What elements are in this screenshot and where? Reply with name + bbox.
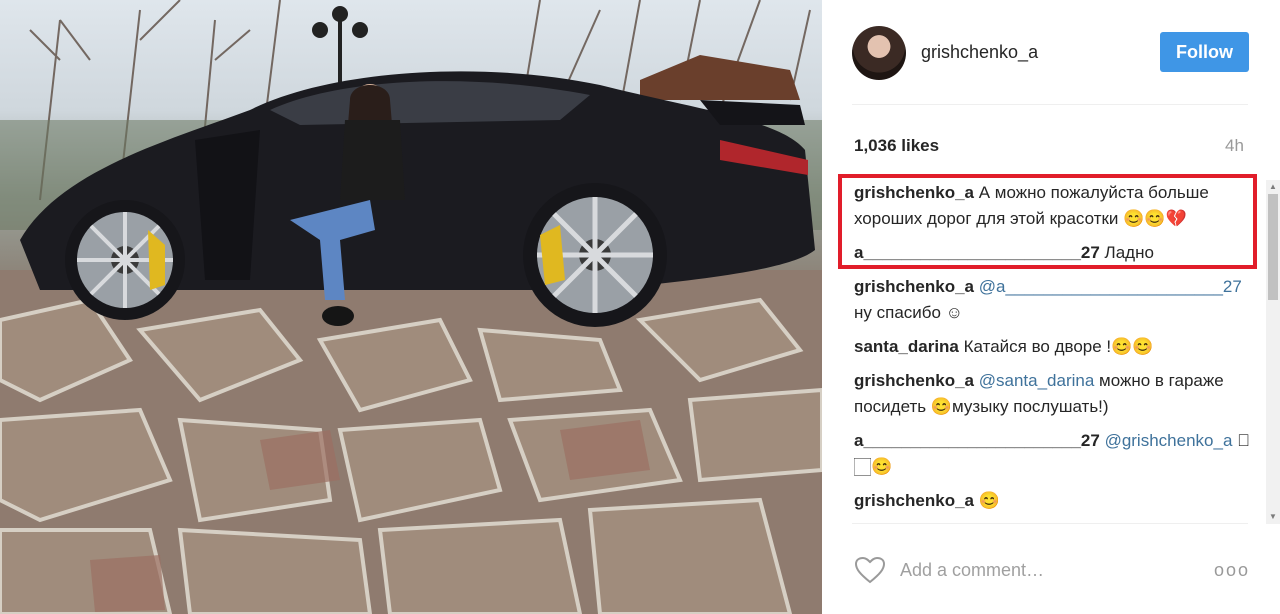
comment-item: grishchenko_a @a_______________________2… — [854, 274, 1259, 326]
more-options-icon[interactable]: ooo — [1214, 556, 1248, 584]
comment-author[interactable]: grishchenko_a — [854, 371, 974, 390]
comment-mention-link[interactable]: @santa_darina — [979, 371, 1095, 390]
comment-text: Ладно — [1099, 243, 1154, 262]
comment-item: grishchenko_a @santa_darina можно в гара… — [854, 368, 1259, 420]
scroll-down-icon[interactable]: ▼ — [1266, 510, 1280, 524]
username[interactable]: grishchenko_a — [921, 42, 1038, 63]
comment-author[interactable]: grishchenko_a — [854, 491, 974, 510]
car-photo-illustration — [0, 0, 822, 614]
comments-list: grishchenko_a А можно пожалуйста больше … — [854, 180, 1259, 524]
follow-button[interactable]: Follow — [1160, 32, 1249, 72]
scroll-thumb[interactable] — [1268, 194, 1278, 300]
comment-text: Катайся во дворе !😊😊 — [958, 337, 1154, 356]
comment-item: grishchenko_a А можно пожалуйста больше … — [854, 180, 1259, 232]
comment-author[interactable]: grishchenko_a — [854, 277, 974, 296]
comment-author[interactable]: a_______________________27 — [854, 243, 1100, 262]
comment-text: 😊 — [974, 491, 1000, 510]
post-details-panel: grishchenko_a Follow 1,036 likes 4h gris… — [822, 0, 1280, 614]
likes-count[interactable]: 1,036 likes — [854, 136, 939, 156]
comment-input[interactable] — [900, 556, 1200, 584]
comment-item: grishchenko_a 😊 — [854, 488, 1259, 514]
divider — [852, 104, 1248, 105]
comment-item: a_______________________27 @grishchenko_… — [854, 428, 1259, 480]
timestamp[interactable]: 4h — [1225, 136, 1244, 156]
scroll-up-icon[interactable]: ▲ — [1266, 180, 1280, 194]
avatar[interactable] — [852, 26, 906, 80]
heart-icon[interactable] — [854, 556, 886, 584]
comment-text: ну спасибо ☺ — [854, 303, 964, 322]
comment-item: santa_darina Катайся во дворе !😊😊 — [854, 334, 1259, 360]
post-photo[interactable] — [0, 0, 822, 614]
comment-author[interactable]: santa_darina — [854, 337, 959, 356]
comment-author[interactable]: a_______________________27 — [854, 431, 1100, 450]
comments-scrollbar[interactable]: ▲ ▼ — [1266, 180, 1280, 524]
post-header: grishchenko_a Follow — [822, 0, 1280, 104]
comment-author[interactable]: grishchenko_a — [854, 183, 974, 202]
comment-item: a_______________________27 Ладно — [854, 240, 1259, 266]
divider — [852, 523, 1248, 524]
comment-mention-link[interactable]: @grishchenko_a — [1105, 431, 1233, 450]
comment-mention-link[interactable]: @a_______________________27 — [979, 277, 1242, 296]
